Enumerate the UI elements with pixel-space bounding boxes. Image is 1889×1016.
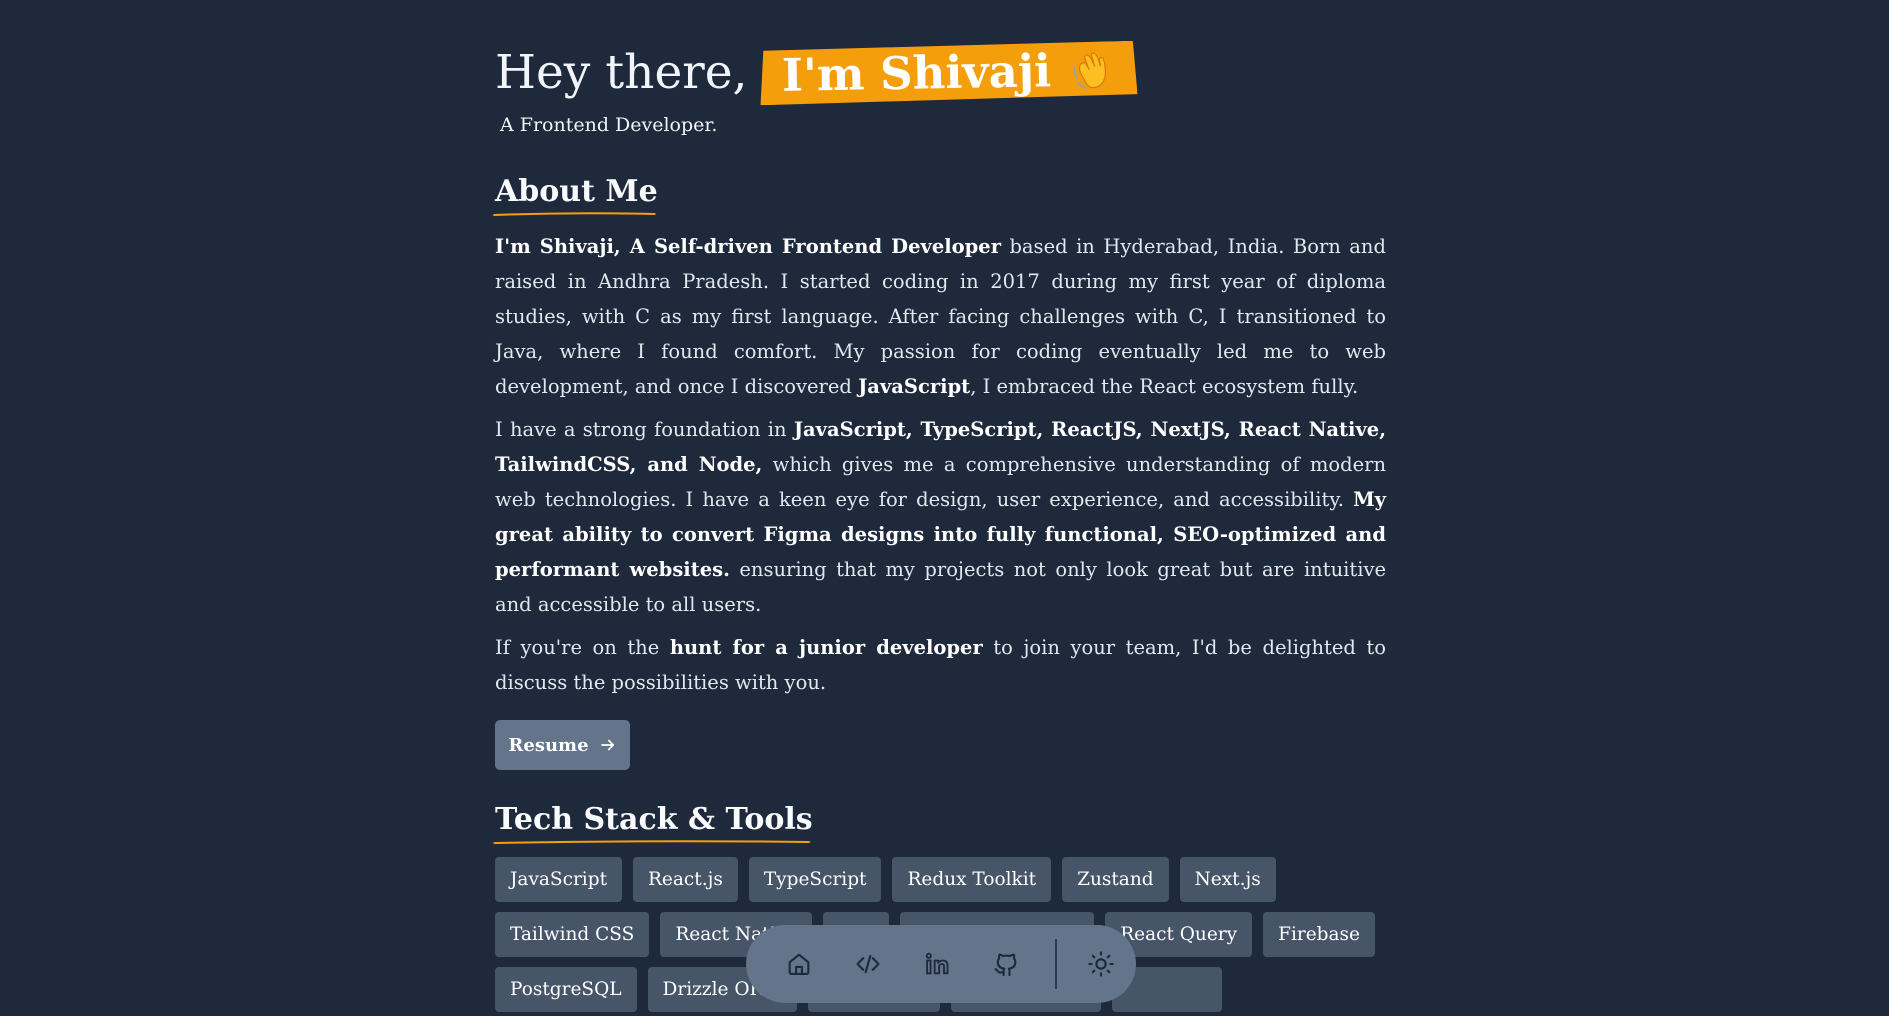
underline-decoration (493, 840, 811, 844)
tech-chip: PostgreSQL (495, 967, 637, 1012)
resume-button-label: Resume (508, 734, 589, 756)
hero-name-highlight: I'm Shivaji (759, 41, 1137, 106)
about-title-text: About Me (495, 174, 658, 209)
about-p1-strong-2: JavaScript (858, 375, 971, 398)
arrow-right-icon (600, 739, 614, 751)
hero-name: I'm Shivaji (781, 44, 1052, 102)
about-p3-strong-1: hunt for a junior developer (669, 636, 983, 659)
dock-divider (1054, 939, 1057, 989)
about-p1-strong-1: I'm Shivaji, A Self-driven Frontend Deve… (495, 235, 1001, 258)
sun-icon (1088, 951, 1115, 977)
portfolio-page: Hey there, I'm Shivaji A Frontend Develo… (0, 0, 1889, 1016)
linkedin-icon (925, 952, 949, 975)
tech-chip: TypeScript (748, 857, 882, 902)
tech-chip: Redux Toolkit (892, 857, 1052, 902)
dock-home-button[interactable] (764, 925, 833, 1003)
about-p3-text-1: If you're on the (495, 636, 670, 659)
tech-chip: Firebase (1263, 912, 1375, 957)
tech-chip: JavaScript (495, 857, 622, 902)
main-content: Hey there, I'm Shivaji A Frontend Develo… (493, 0, 1386, 1012)
tech-chip: Tailwind CSS (495, 912, 650, 957)
hero-heading: Hey there, I'm Shivaji (495, 44, 1386, 102)
about-p1-text-2: , I embraced the React ecosystem fully. (970, 375, 1359, 398)
about-paragraph-3: If you're on the hunt for a junior devel… (495, 630, 1386, 700)
hero-tagline: A Frontend Developer. (500, 114, 718, 136)
about-p1-text-1: based in Hyderabad, India. Born and rais… (495, 235, 1386, 398)
tech-chip: React.js (633, 857, 738, 902)
about-paragraph-2: I have a strong foundation in JavaScript… (495, 412, 1386, 622)
home-icon (788, 953, 809, 975)
github-icon (994, 953, 1017, 977)
theme-toggle-button[interactable] (1067, 925, 1136, 1003)
waving-hand-icon (1068, 47, 1115, 94)
dock-linkedin-button[interactable] (902, 925, 971, 1003)
floating-dock (746, 925, 1136, 1003)
code-icon (856, 954, 880, 974)
tech-title: Tech Stack & Tools (493, 800, 813, 844)
hero-greeting: Hey there, (495, 45, 748, 100)
tech-chip: Zustand (1062, 857, 1169, 902)
resume-button[interactable]: Resume (495, 720, 630, 770)
about-p2-text-1: I have a strong foundation in (495, 418, 794, 441)
underline-decoration (493, 212, 656, 216)
about-paragraph-1: I'm Shivaji, A Self-driven Frontend Deve… (495, 229, 1386, 404)
dock-projects-button[interactable] (833, 925, 902, 1003)
tech-title-text: Tech Stack & Tools (495, 802, 813, 837)
about-title: About Me (493, 172, 658, 216)
dock-github-button[interactable] (972, 925, 1041, 1003)
tech-chip: Next.js (1179, 857, 1276, 902)
